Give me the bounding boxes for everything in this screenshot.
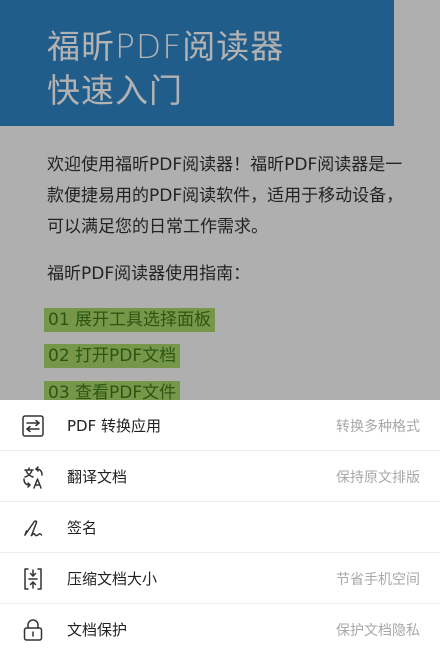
menu-item-label: 翻译文档 xyxy=(67,468,128,486)
menu-item-translate[interactable]: 翻译文档 保持原文排版 xyxy=(0,451,440,502)
signature-icon xyxy=(20,515,46,541)
menu-item-signature[interactable]: 签名 xyxy=(0,502,440,553)
menu-item-compress[interactable]: 压缩文档大小 节省手机空间 xyxy=(0,553,440,604)
tools-bottom-sheet: PDF 转换应用 转换多种格式 翻译文档 保持原文排版 签名 压缩文档大小 节省… xyxy=(0,400,440,656)
menu-item-hint: 保持原文排版 xyxy=(336,470,420,486)
menu-item-hint: 转换多种格式 xyxy=(336,419,420,435)
menu-item-label: 签名 xyxy=(67,519,98,537)
menu-item-label: 文档保护 xyxy=(67,621,128,639)
convert-icon xyxy=(20,413,46,439)
translate-icon xyxy=(20,464,46,490)
menu-item-label: 压缩文档大小 xyxy=(67,570,158,588)
menu-item-hint: 节省手机空间 xyxy=(336,572,420,588)
menu-item-protect[interactable]: 文档保护 保护文档隐私 xyxy=(0,604,440,655)
menu-item-hint: 保护文档隐私 xyxy=(336,623,420,639)
menu-item-label: PDF 转换应用 xyxy=(67,417,161,435)
compress-icon xyxy=(20,566,46,592)
menu-item-pdf-convert[interactable]: PDF 转换应用 转换多种格式 xyxy=(0,400,440,451)
lock-icon xyxy=(20,617,46,643)
